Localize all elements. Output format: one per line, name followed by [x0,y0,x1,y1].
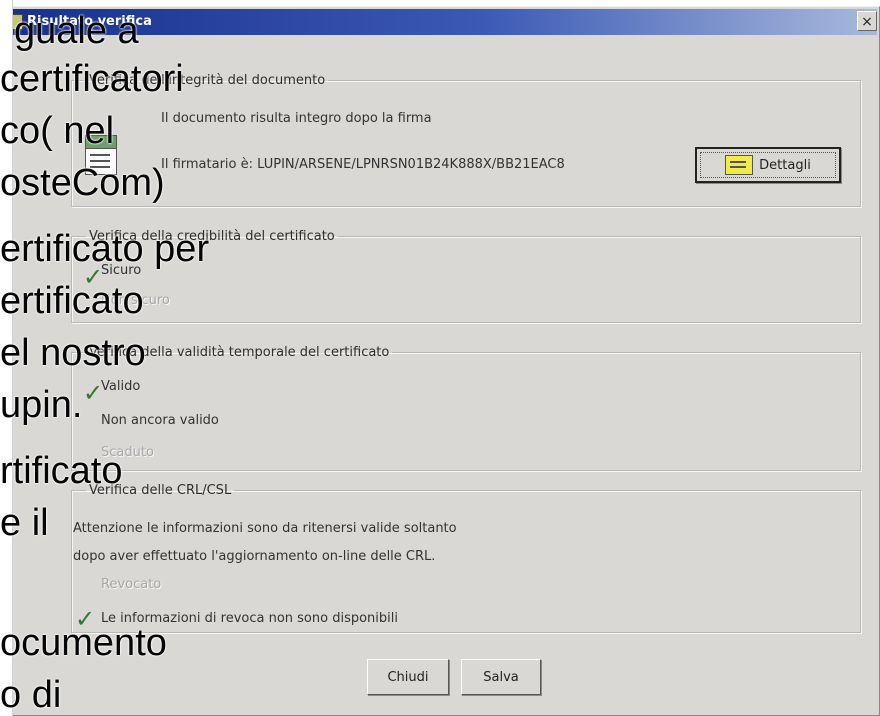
integrity-legend: Verifica dell'integrità del documento [89,73,326,88]
validity-scaduto: Scaduto [101,445,154,460]
credibility-legend: Verifica della credibilità del certifica… [89,229,335,244]
verification-dialog: Risultato verifica × Verifica dell'integ… [0,6,880,716]
crl-note-line1: Attenzione le informazioni sono da riten… [73,521,457,536]
details-button-label: Dettagli [759,157,811,173]
validity-valido: Valido [101,379,141,394]
close-button[interactable]: Chiudi [367,659,449,695]
close-icon[interactable]: × [857,11,877,31]
crl-info-unavailable: Le informazioni di revoca non sono dispo… [101,611,398,626]
credibility-non-sicuro: Non sicuro [101,293,170,308]
details-button[interactable]: Dettagli [695,147,841,183]
validity-group: Verifica della validità temporale del ce… [71,345,861,471]
credibility-group: Verifica della credibilità del certifica… [71,229,861,323]
certificate-card-icon [725,155,754,175]
crl-legend: Verifica delle CRL/CSL [89,483,232,498]
validity-non-ancora-valido: Non ancora valido [101,413,219,428]
slide-left-margin [0,0,13,716]
document-icon [85,135,117,175]
signer-info: Il firmatario è: LUPIN/ARSENE/LPNRSN01B2… [161,157,565,172]
validity-legend: Verifica della validità temporale del ce… [89,345,390,360]
title-bar[interactable]: Risultato verifica × [3,9,877,35]
integrity-group: Verifica dell'integrità del documento [71,73,861,207]
credibility-sicuro: Sicuro [101,263,142,278]
window-title: Risultato verifica [27,14,152,29]
integrity-message: Il documento risulta integro dopo la fir… [161,111,432,126]
check-icon: ✓ [75,605,96,633]
crl-note-line2: dopo aver effettuato l'aggiornamento on-… [73,549,436,564]
save-button[interactable]: Salva [461,659,541,695]
crl-revocato: Revocato [101,577,162,592]
